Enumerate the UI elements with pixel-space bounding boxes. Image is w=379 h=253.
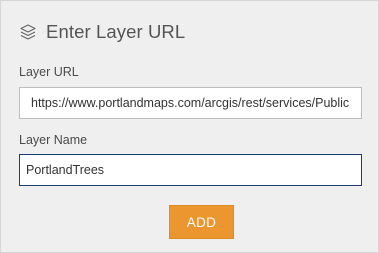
panel-title: Enter Layer URL xyxy=(46,21,186,42)
enter-layer-url-panel: Enter Layer URL Layer URL Layer Name ADD xyxy=(0,0,379,253)
layer-name-label: Layer Name xyxy=(19,133,88,147)
layer-url-input[interactable] xyxy=(19,87,362,119)
layer-url-label: Layer URL xyxy=(19,65,79,79)
layer-name-input[interactable] xyxy=(19,154,362,186)
add-button[interactable]: ADD xyxy=(169,205,234,239)
panel-header: Enter Layer URL xyxy=(19,19,185,45)
layers-icon xyxy=(19,23,37,41)
